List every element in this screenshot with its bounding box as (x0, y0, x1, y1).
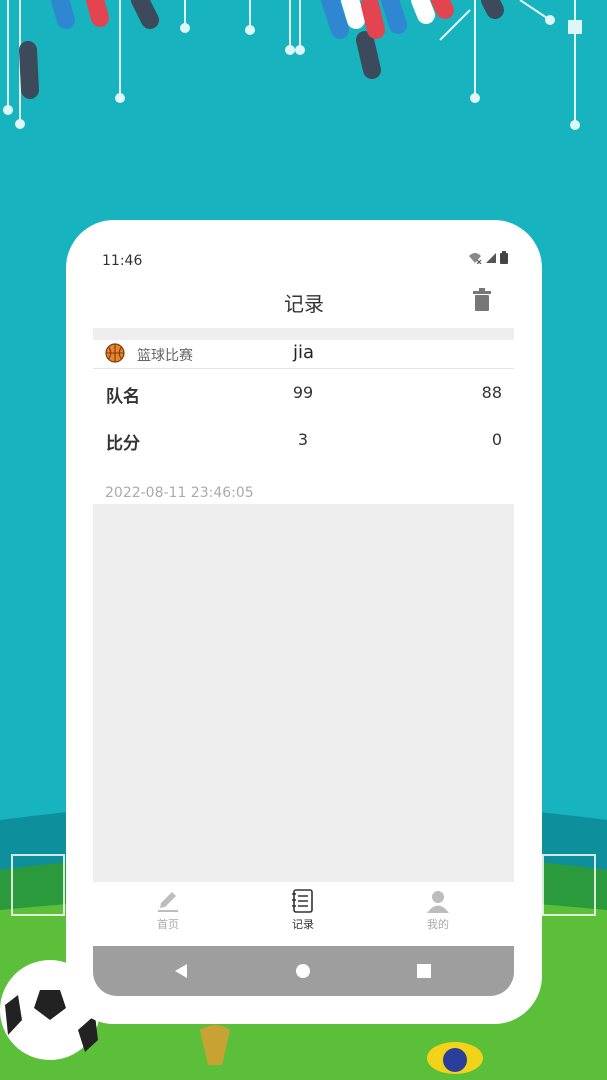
score-label: 比分 (106, 434, 140, 454)
back-nav-icon[interactable] (173, 963, 189, 979)
tab-records-label: 记录 (292, 918, 314, 931)
wifi-icon (469, 252, 482, 264)
status-bar: 11:46 (66, 220, 542, 269)
basketball-icon (105, 343, 125, 363)
record-list: 篮球比赛 jia 队名 99 88 比分 3 0 2022-08-11 23:4… (93, 328, 514, 882)
tab-home-label: 首页 (157, 918, 179, 931)
tab-mine-label: 我的 (427, 918, 449, 931)
signal-icon (486, 252, 496, 263)
background-top-decoration (3, 0, 582, 130)
team-a-name: 99 (292, 383, 314, 402)
sport-type-label: 篮球比赛 (137, 348, 193, 364)
team-b-name: 88 (481, 383, 502, 402)
bottom-tab-bar: 首页 记录 我的 (93, 882, 514, 944)
phone-screen: 11:46 记录 篮球比赛 jia 队名 99 88 比分 3 0 2022-0… (66, 220, 542, 1024)
title-bar: 记录 (66, 280, 542, 324)
notebook-icon (292, 889, 313, 913)
score-row: 比分 3 0 (93, 427, 514, 457)
status-icons (468, 251, 508, 264)
tab-home[interactable]: 首页 (133, 888, 203, 932)
system-navigation-bar (93, 946, 514, 996)
battery-icon (500, 251, 508, 264)
team-name-label: 队名 (106, 387, 140, 407)
team-b-score: 0 (491, 430, 502, 449)
edit-icon (158, 892, 178, 912)
record-timestamp: 2022-08-11 23:46:05 (105, 485, 254, 501)
tab-mine[interactable]: 我的 (403, 888, 473, 932)
page-title: 记录 (284, 292, 324, 316)
record-card[interactable]: 篮球比赛 jia 队名 99 88 比分 3 0 2022-08-11 23:4… (93, 340, 514, 504)
status-time: 11:46 (102, 253, 143, 269)
home-nav-icon[interactable] (295, 963, 311, 979)
record-name: jia (293, 342, 315, 363)
team-a-score: 3 (297, 430, 309, 449)
team-name-row: 队名 99 88 (93, 380, 514, 410)
delete-button[interactable] (472, 288, 496, 314)
record-card-header: 篮球比赛 jia (93, 340, 514, 369)
tab-records[interactable]: 记录 (268, 888, 338, 932)
trash-icon (473, 288, 491, 311)
person-icon (427, 891, 449, 913)
recents-nav-icon[interactable] (416, 963, 432, 979)
